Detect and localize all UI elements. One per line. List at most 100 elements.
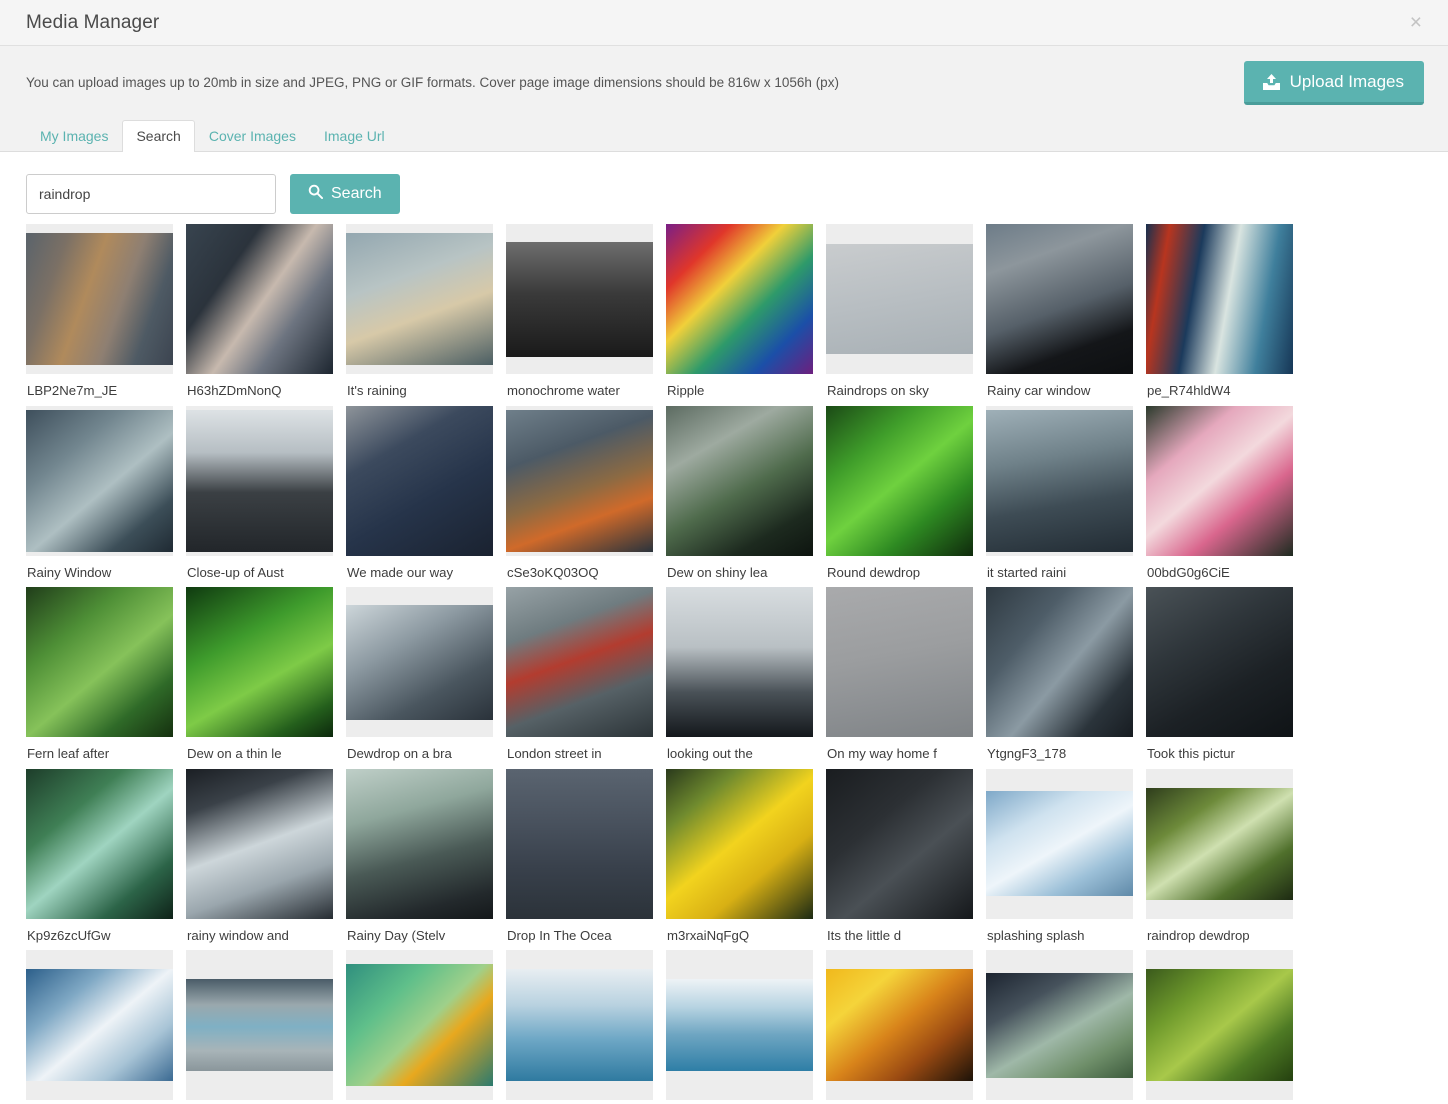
image-result-tile[interactable]: [346, 950, 493, 1100]
image-result-tile[interactable]: monochrome water: [506, 224, 653, 400]
image-caption: Dew on shiny lea: [667, 564, 768, 580]
image-caption: Fern leaf after: [27, 746, 110, 761]
image-thumbnail-frame: [986, 405, 1133, 556]
close-icon[interactable]: ×: [1406, 10, 1426, 35]
image-result-tile[interactable]: pe_R74hldW4: [1146, 224, 1293, 400]
image-result-tile[interactable]: Dew on a thin le: [186, 587, 333, 763]
image-result-tile[interactable]: Close-up of Aust: [186, 405, 333, 582]
image-thumbnail-frame: [506, 950, 653, 1100]
image-thumbnail-frame: [186, 224, 333, 374]
image-result-tile[interactable]: We made our way: [346, 405, 493, 582]
image-result-tile[interactable]: Drop In The Ocea: [506, 768, 653, 945]
image-thumbnail: [986, 409, 1133, 552]
tab-strip: My Images Search Cover Images Image Url: [0, 120, 1448, 152]
image-caption: rainy window and: [187, 927, 289, 943]
image-result-tile[interactable]: [666, 950, 813, 1100]
image-thumbnail: [186, 409, 333, 552]
image-thumbnail: [986, 224, 1133, 374]
image-thumbnail-frame: [826, 950, 973, 1100]
image-result-tile[interactable]: London street in: [506, 587, 653, 763]
image-result-tile[interactable]: Round dewdrop: [826, 405, 973, 582]
image-result-tile[interactable]: rainy window and: [186, 768, 333, 945]
image-thumbnail: [826, 244, 973, 354]
image-result-tile[interactable]: Rainy Day (Stelv: [346, 768, 493, 945]
image-thumbnail-frame: [826, 224, 973, 374]
image-thumbnail: [986, 791, 1133, 896]
image-thumbnail: [506, 409, 653, 552]
search-button[interactable]: Search: [290, 174, 400, 214]
image-caption: cSe3oKQ03OQ: [507, 564, 599, 580]
image-thumbnail-frame: [666, 224, 813, 374]
image-result-tile[interactable]: YtgngF3_178: [986, 587, 1133, 763]
image-result-tile[interactable]: It's raining: [346, 224, 493, 400]
image-thumbnail: [666, 405, 813, 556]
image-thumbnail-frame: [186, 950, 333, 1100]
image-result-tile[interactable]: m3rxaiNqFgQ: [666, 768, 813, 945]
image-thumbnail: [666, 768, 813, 919]
image-result-tile[interactable]: H63hZDmNonQ: [186, 224, 333, 400]
tab-cover-images[interactable]: Cover Images: [195, 120, 310, 152]
upload-images-button[interactable]: Upload Images: [1243, 61, 1424, 105]
image-caption: H63hZDmNonQ: [187, 383, 282, 398]
image-thumbnail-frame: [26, 587, 173, 737]
image-result-tile[interactable]: [826, 950, 973, 1100]
image-thumbnail: [826, 405, 973, 556]
image-thumbnail-frame: [1146, 587, 1293, 737]
image-thumbnail-frame: [986, 950, 1133, 1100]
image-result-tile[interactable]: [1146, 950, 1293, 1100]
image-thumbnail: [26, 233, 173, 365]
image-thumbnail-frame: [506, 224, 653, 374]
image-caption: Drop In The Ocea: [507, 927, 612, 943]
tab-image-url[interactable]: Image Url: [310, 120, 399, 152]
image-result-tile[interactable]: [26, 950, 173, 1100]
image-result-tile[interactable]: On my way home f: [826, 587, 973, 763]
image-caption: splashing splash: [987, 927, 1085, 943]
image-result-tile[interactable]: [986, 950, 1133, 1100]
image-result-tile[interactable]: looking out the: [666, 587, 813, 763]
image-thumbnail-frame: [1146, 950, 1293, 1100]
image-thumbnail-frame: [826, 768, 973, 919]
image-result-tile[interactable]: Dew on shiny lea: [666, 405, 813, 582]
image-result-tile[interactable]: Fern leaf after: [26, 587, 173, 763]
image-thumbnail: [826, 587, 973, 737]
image-caption: Rainy car window: [987, 383, 1091, 398]
image-thumbnail: [186, 224, 333, 374]
image-caption: LBP2Ne7m_JE: [27, 383, 118, 398]
image-caption: On my way home f: [827, 746, 937, 761]
search-button-label: Search: [331, 185, 382, 202]
image-result-tile[interactable]: Its the little d: [826, 768, 973, 945]
image-result-tile[interactable]: it started raini: [986, 405, 1133, 582]
image-result-tile[interactable]: LBP2Ne7m_JE: [26, 224, 173, 400]
image-thumbnail-frame: [506, 405, 653, 556]
image-result-tile[interactable]: cSe3oKQ03OQ: [506, 405, 653, 582]
image-caption: Rainy Window: [27, 564, 112, 580]
image-result-tile[interactable]: 00bdG0g6CiE: [1146, 405, 1293, 582]
image-thumbnail: [666, 979, 813, 1071]
tab-search[interactable]: Search: [122, 120, 195, 152]
image-result-tile[interactable]: Rainy car window: [986, 224, 1133, 400]
image-thumbnail-frame: [986, 224, 1133, 374]
image-result-tile[interactable]: Dewdrop on a bra: [346, 587, 493, 763]
image-result-tile[interactable]: Took this pictur: [1146, 587, 1293, 763]
image-caption: London street in: [507, 746, 602, 761]
image-caption: YtgngF3_178: [987, 746, 1067, 761]
tab-my-images[interactable]: My Images: [26, 120, 122, 152]
image-result-tile[interactable]: Raindrops on sky: [826, 224, 973, 400]
modal-header: Media Manager ×: [0, 0, 1448, 46]
image-result-tile[interactable]: Ripple: [666, 224, 813, 400]
image-result-tile[interactable]: Kp9z6zcUfGw: [26, 768, 173, 945]
search-input[interactable]: [26, 174, 276, 214]
image-result-tile[interactable]: [186, 950, 333, 1100]
image-thumbnail: [26, 587, 173, 737]
image-result-tile[interactable]: [506, 950, 653, 1100]
image-thumbnail-frame: [186, 405, 333, 556]
image-caption: monochrome water: [507, 383, 620, 398]
image-result-tile[interactable]: splashing splash: [986, 768, 1133, 945]
image-thumbnail-frame: [346, 405, 493, 556]
image-result-tile[interactable]: raindrop dewdrop: [1146, 768, 1293, 945]
image-thumbnail-frame: [1146, 405, 1293, 556]
image-thumbnail: [1146, 787, 1293, 900]
image-thumbnail-frame: [26, 950, 173, 1100]
image-thumbnail: [346, 233, 493, 365]
image-result-tile[interactable]: Rainy Window: [26, 405, 173, 582]
